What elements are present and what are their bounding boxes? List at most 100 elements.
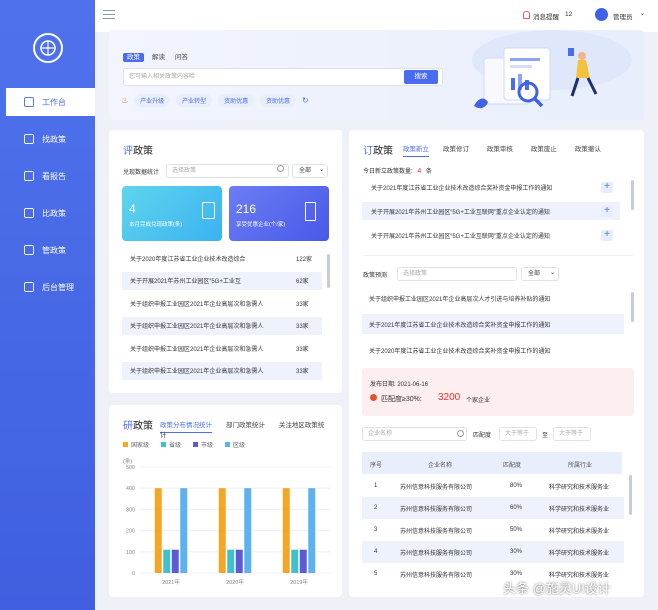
list-item[interactable]: 关于组织申报工业园区2021年企业高层次人才引进与培养补贴的通知 — [362, 288, 624, 308]
bell-icon[interactable] — [523, 11, 530, 19]
bar — [171, 549, 179, 573]
nav-icon — [24, 245, 34, 255]
filter-label: 兑现数据统计 — [123, 170, 160, 176]
scrollbar[interactable] — [327, 254, 330, 288]
sidebar-item[interactable]: 找政策 — [0, 125, 95, 153]
tab-new[interactable]: 政策新立 — [403, 146, 429, 157]
hot-tag[interactable]: 资助优惠 — [260, 94, 297, 107]
hot-tag[interactable]: 资助优惠 — [218, 94, 255, 107]
tab-review[interactable]: 政策审核 — [487, 146, 513, 153]
list-item[interactable]: 关于开展2021年苏州工业园区“5G+工业互联网”重点企业认定的通知 + — [362, 202, 620, 220]
policy-name: 关于组织申报工业园区2021年企业高层次和急需人 — [130, 324, 264, 330]
match-count: 3200 — [438, 392, 461, 403]
search-button[interactable]: 搜索 — [404, 70, 438, 84]
watermark: 头条 @施灵UI设计 — [503, 581, 611, 596]
table-cell: 科学研究和技术服务业 — [549, 506, 610, 513]
list-item[interactable]: 关于开展2021年苏州工业园区“5G+工业互联网”重点企业认定的通知 + — [362, 226, 620, 244]
add-icon[interactable]: + — [601, 229, 613, 241]
sidebar-item-label: 比政策 — [42, 208, 66, 218]
x-tick-label: 2020年 — [226, 578, 244, 586]
search-hero: 政策 解读 问答 您可输入相关政策内容哈 搜索 ♨ 产业升级 产业转型 资助优惠… — [109, 30, 644, 120]
tab-withdraw[interactable]: 政策撤认 — [575, 146, 601, 153]
avatar[interactable] — [595, 8, 608, 21]
y-tick-label: 0 — [132, 571, 135, 577]
tab-abolish[interactable]: 政策废止 — [531, 146, 557, 153]
stat-value: 4 — [129, 202, 136, 216]
scrollbar[interactable] — [631, 292, 634, 322]
chevron-down-icon[interactable]: ⌄ — [640, 10, 645, 17]
list-item[interactable]: 关于开展2021年苏州工业园区“5G+工业互 62家 — [122, 271, 322, 290]
list-item[interactable]: 关于组织申报工业园区2021年企业高层次和急需人 33家 — [122, 339, 322, 357]
tab-department[interactable]: 部门政策统计 — [226, 422, 265, 429]
list-item[interactable]: 关于2020年度江苏省工业企业技术改造综合 122家 — [122, 249, 322, 267]
list-item[interactable]: 关于组织申报工业园区2021年企业高层次和急需人 33家 — [122, 294, 322, 312]
predict-label: 政策预测 — [363, 273, 388, 279]
ping-title: 评政策 — [123, 142, 153, 157]
scrollbar[interactable] — [631, 180, 634, 210]
hot-tag[interactable]: 产业升级 — [134, 94, 171, 107]
bar — [308, 488, 316, 573]
list-item[interactable]: 关于2020年度江苏省工业企业技术改造综合奖补资金申报工作的通知 — [362, 340, 624, 360]
table-row[interactable]: 3 苏州信意科技服务有限公司 50% 科学研究和技术服务业 — [362, 519, 624, 541]
predict-policy-input[interactable]: 选择政策 — [397, 267, 517, 281]
policy-name: 关于2020年度江苏省工业企业技术改造综合奖补资金申报工作的通知 — [369, 348, 551, 355]
table-row[interactable]: 4 苏州信意科技服务有限公司 30% 科学研究和技术服务业 — [362, 541, 624, 563]
add-icon[interactable]: + — [601, 181, 613, 193]
y-axis-label: (条) — [123, 457, 132, 465]
user-name[interactable]: 管理员 — [613, 11, 633, 21]
notice-label[interactable]: 消息提醒 — [533, 11, 559, 21]
sidebar-item[interactable]: 工作台 — [6, 88, 95, 116]
hot-tag[interactable]: 产业转型 — [176, 94, 213, 107]
scrollbar[interactable] — [629, 475, 632, 515]
sidebar-item[interactable]: 比政策 — [0, 199, 95, 227]
chevron-down-icon[interactable]: ⌄ — [550, 269, 555, 276]
legend-label: 省级 — [169, 443, 182, 449]
sidebar-item[interactable]: 看报告 — [0, 162, 95, 190]
list-item[interactable]: 关于2021年度江苏省工业企业技术改造综合奖补资金申报工作的通知 — [362, 314, 624, 334]
table-cell: 30% — [510, 571, 523, 577]
yan-panel: 研政策 政策分布情况统计 部门政策统计 关注地区政策统计 国家级 省级 市级 区级 (… — [109, 405, 342, 597]
table-cell: 科学研究和技术服务业 — [549, 550, 610, 557]
search-icon[interactable] — [457, 430, 464, 437]
y-tick-label: 400 — [126, 486, 135, 492]
match-min-input[interactable]: 大于等于 — [499, 427, 537, 441]
bar — [235, 549, 243, 573]
legend-item: 区级 — [225, 442, 245, 449]
sidebar-item-label: 工作台 — [42, 97, 66, 107]
stat-card-enterprises[interactable]: 216 享受优惠企业(个/家) — [229, 186, 329, 241]
enterprise-name-input[interactable]: 企业名称 — [362, 427, 467, 441]
sidebar: 工作台找政策看报告比政策管政策后台管理 — [0, 0, 95, 610]
legend-swatch — [193, 442, 199, 447]
table-cell: 苏州信意科技服务有限公司 — [400, 484, 473, 491]
tab-revise[interactable]: 政策修订 — [443, 146, 469, 153]
table-row[interactable]: 2 苏州信意科技服务有限公司 60% 科学研究和技术服务业 — [362, 497, 624, 519]
list-item[interactable]: 关于2021年度江苏省工业企业技术改造综合奖补资金申报工作的通知 + — [362, 178, 620, 196]
match-unit: 个家企业 — [466, 398, 491, 404]
table-cell: 3 — [374, 527, 378, 533]
sidebar-item[interactable]: 管政策 — [0, 236, 95, 264]
policy-select-input[interactable]: 选择政策 — [166, 164, 289, 178]
table-cell: 30% — [510, 549, 523, 555]
stat-card-policies[interactable]: 4 本月完成兑现政策(条) — [122, 186, 222, 241]
search-icon[interactable] — [277, 165, 284, 172]
chevron-down-icon[interactable]: ⌄ — [319, 166, 324, 173]
search-input[interactable]: 您可输入相关政策内容哈 — [123, 68, 443, 86]
tab-qa[interactable]: 问答 — [175, 54, 188, 61]
menu-toggle-icon[interactable] — [103, 10, 115, 19]
tab-distribution[interactable]: 政策分布情况统计 — [160, 422, 212, 433]
table-row[interactable]: 1 苏州信意科技服务有限公司 80% 科学研究和技术服务业 — [362, 475, 624, 497]
add-icon[interactable]: + — [601, 205, 613, 217]
chart-legend: 国家级 省级 市级 区级 — [123, 440, 257, 449]
enterprise-count: 33家 — [296, 324, 309, 330]
refresh-icon[interactable]: ↻ — [302, 96, 309, 105]
sidebar-item[interactable]: 后台管理 — [0, 273, 95, 301]
policy-name: 关于开展2021年苏州工业园区“5G+工业互联网”重点企业认定的通知 — [371, 233, 550, 240]
fire-icon: ♨ — [121, 96, 129, 105]
legend-swatch — [161, 442, 167, 447]
sidebar-item-label: 看报告 — [42, 171, 66, 181]
tab-interpret[interactable]: 解读 — [152, 54, 165, 61]
list-item[interactable]: 关于组织申报工业园区2021年企业高层次和急需人 33家 — [122, 316, 322, 335]
tab-policy[interactable]: 政策 — [123, 53, 144, 62]
list-item[interactable]: 关于组织申报工业园区2021年企业高层次和急需人 33家 — [122, 361, 322, 380]
match-max-input[interactable]: 大于等于 — [553, 427, 591, 441]
